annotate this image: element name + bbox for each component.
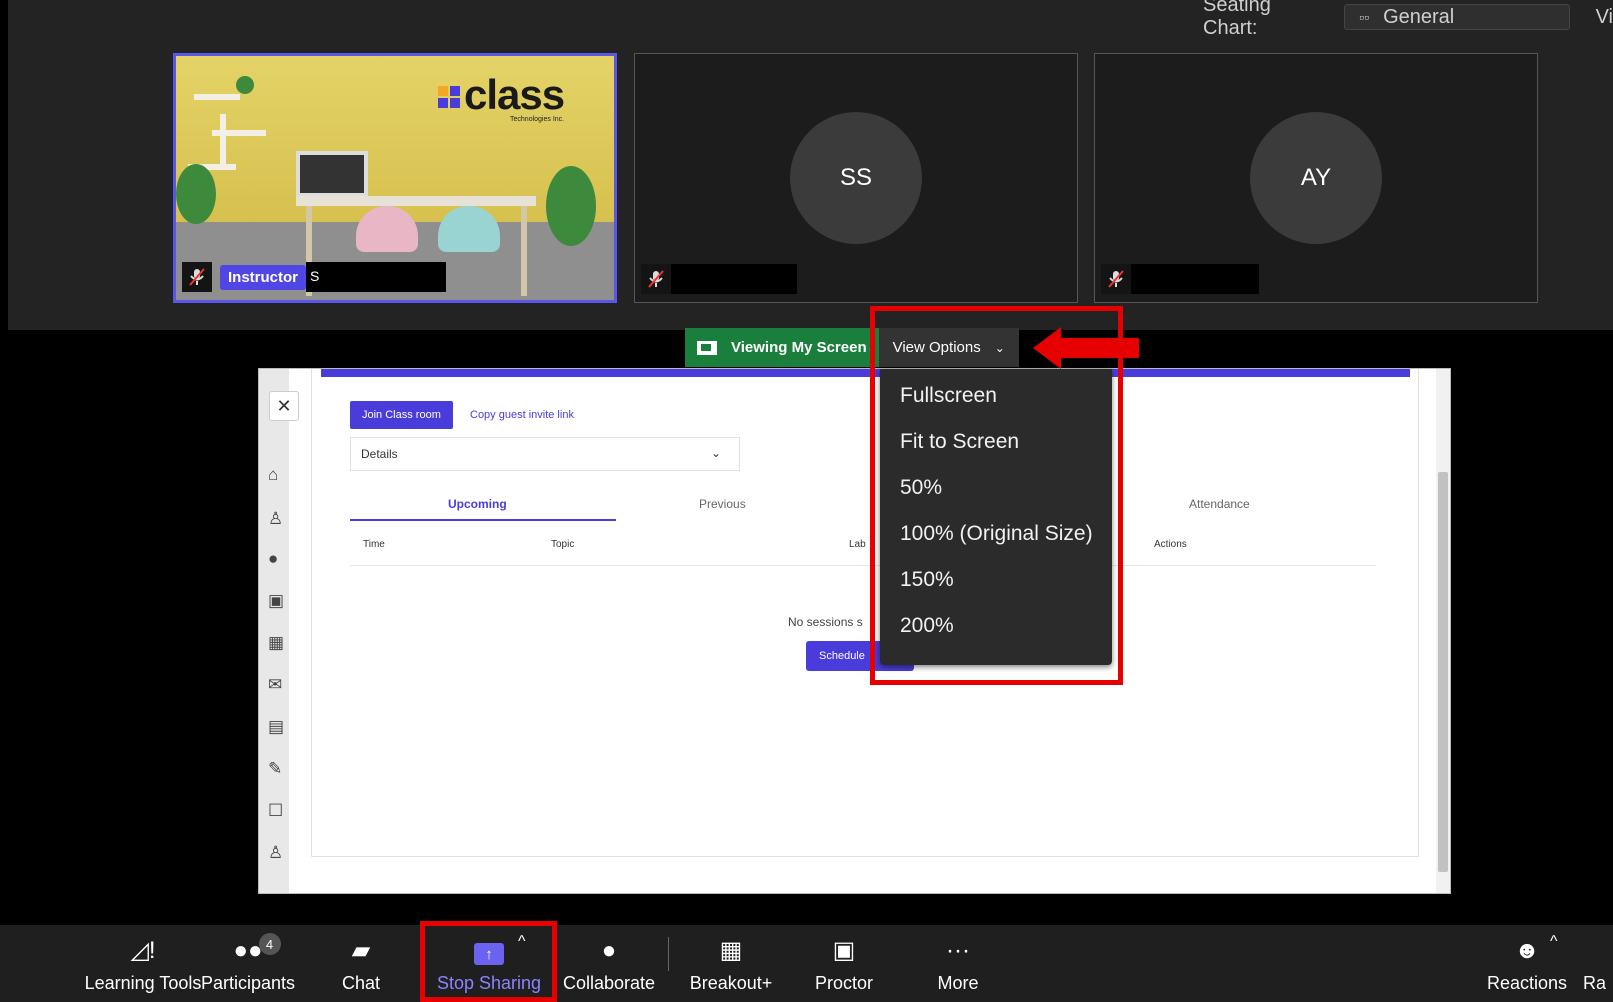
tile-namebar: Instructor S	[182, 262, 447, 292]
participants-button[interactable]: ●● 4 Participants	[200, 925, 296, 1002]
bank-icon: ⌂	[268, 465, 279, 484]
participants-label: Participants	[200, 973, 296, 993]
logo-square	[438, 98, 448, 108]
grid-icon: ▫▫	[1359, 9, 1370, 25]
chat-button[interactable]: ▰ Chat	[336, 925, 386, 1002]
muted-mic-icon	[1101, 264, 1131, 294]
user-icon: ♙	[268, 509, 284, 528]
view-menu-cut[interactable]: Vi	[1596, 6, 1613, 29]
logo-square	[438, 86, 448, 96]
highlight-box-stop-sharing	[420, 921, 557, 1002]
proctor-icon: ▣	[832, 937, 856, 964]
column-header-time: Time	[363, 539, 385, 550]
column-header-lab: Lab	[849, 539, 866, 550]
scrollbar[interactable]	[1436, 369, 1450, 893]
mail-icon: ✉	[268, 675, 283, 694]
learning-tools-icon: ◿!	[130, 937, 156, 964]
shared-screen[interactable]: ✕ ⌂ ♙ ● ▣ ▦ ✉ ▤ ✎ ☐ ♙ Join Class room Co…	[258, 368, 1451, 894]
seating-chart: Seating Chart: ▫▫ General Vi	[1203, 0, 1613, 40]
logo-subtitle: Technologies Inc.	[510, 116, 565, 123]
shared-sidebar: ✕ ⌂ ♙ ● ▣ ▦ ✉ ▤ ✎ ☐ ♙	[259, 369, 299, 893]
red-arrow-icon	[1033, 327, 1139, 369]
tile-namebar	[641, 264, 797, 294]
globe-icon: ●	[268, 549, 279, 568]
chat-label: Chat	[341, 973, 381, 993]
caret-up-icon[interactable]: ^	[1550, 933, 1558, 951]
window-icon: ▣	[268, 591, 285, 610]
learning-tools-button[interactable]: ◿! Learning Tools	[63, 925, 223, 1002]
chat-icon: ▰	[351, 937, 371, 964]
proctor-button[interactable]: ▣ Proctor	[813, 925, 875, 1002]
scrollbar-thumb[interactable]	[1438, 472, 1448, 872]
more-label: More	[937, 973, 979, 993]
close-icon[interactable]: ✕	[269, 391, 299, 421]
avatar: SS	[790, 112, 922, 244]
app-window: Seating Chart: ▫▫ General Vi class Techn…	[0, 0, 1613, 1002]
tab-previous[interactable]: Previous	[699, 497, 746, 511]
seating-chart-label: Seating Chart:	[1203, 0, 1271, 39]
video-tile-ay[interactable]: AY	[1094, 53, 1538, 303]
column-header-topic: Topic	[551, 539, 575, 550]
chevron-down-icon: ⌄	[710, 446, 721, 460]
toolbar-divider	[668, 937, 669, 971]
lightbulb-icon: ●	[601, 937, 617, 964]
seating-chart-select[interactable]: ▫▫ General	[1344, 4, 1570, 30]
participant-name-redacted	[1131, 264, 1259, 294]
participant-name-redacted	[671, 264, 797, 294]
empty-state-text: No sessions s	[788, 615, 863, 629]
copy-guest-link[interactable]: Copy guest invite link	[470, 409, 574, 421]
details-value: Details	[361, 447, 398, 461]
learning-tools-label: Learning Tools	[84, 973, 202, 993]
bottom-toolbar: ◿! Learning Tools ●● 4 Participants ▰ Ch…	[0, 925, 1613, 1002]
seating-chart-value: General	[1383, 5, 1455, 28]
tools-icon: ✎	[268, 759, 283, 778]
collaborate-label: Collaborate	[562, 973, 656, 993]
screen-share-icon	[697, 340, 717, 355]
more-button[interactable]: ··· More	[933, 925, 983, 1002]
join-classroom-button[interactable]: Join Class room	[350, 401, 453, 429]
more-icon: ···	[946, 937, 970, 964]
viewing-label: Viewing My Screen	[731, 339, 867, 356]
participants-icon: ●● 4	[234, 925, 281, 965]
raise-hand-label: Ra	[1582, 973, 1606, 993]
breakout-button[interactable]: ▦ Breakout+	[688, 925, 774, 1002]
muted-mic-icon	[641, 264, 671, 294]
table-divider	[350, 565, 1376, 566]
class-logo: class Technologies Inc.	[438, 71, 565, 123]
instructor-badge: Instructor	[220, 264, 307, 290]
avatar: AY	[1250, 112, 1382, 244]
logo-square	[450, 86, 460, 96]
calendar-icon: ▦	[268, 633, 285, 652]
details-select[interactable]: Details ⌄	[350, 437, 740, 471]
reactions-icon: ☻	[1514, 937, 1540, 964]
participants-count-badge: 4	[258, 933, 281, 955]
document-icon: ▤	[268, 717, 285, 736]
breakout-label: Breakout+	[689, 973, 773, 993]
tab-attendance[interactable]: Attendance	[1189, 497, 1250, 511]
tab-upcoming[interactable]: Upcoming	[448, 497, 507, 511]
proctor-label: Proctor	[814, 973, 874, 993]
column-header-actions: Actions	[1154, 539, 1187, 550]
raise-hand-button-cut[interactable]: Ra	[1576, 925, 1613, 1002]
logo-square	[450, 98, 460, 108]
users-icon: ♙	[268, 843, 284, 862]
muted-mic-icon	[182, 262, 212, 292]
tile-namebar	[1101, 264, 1259, 294]
video-tile-instructor[interactable]: class Technologies Inc. Instructor S	[173, 53, 617, 303]
viewing-my-screen: Viewing My Screen	[685, 328, 879, 367]
reactions-label: Reactions	[1486, 973, 1568, 993]
active-tab-indicator	[350, 519, 616, 521]
video-tile-ss[interactable]: SS	[634, 53, 1078, 303]
collaborate-button[interactable]: ● Collaborate	[559, 925, 659, 1002]
logo-word: class	[464, 71, 565, 118]
edit-icon: ☐	[268, 801, 284, 820]
breakout-grid-icon: ▦	[719, 937, 743, 964]
participant-name: S	[306, 262, 447, 292]
